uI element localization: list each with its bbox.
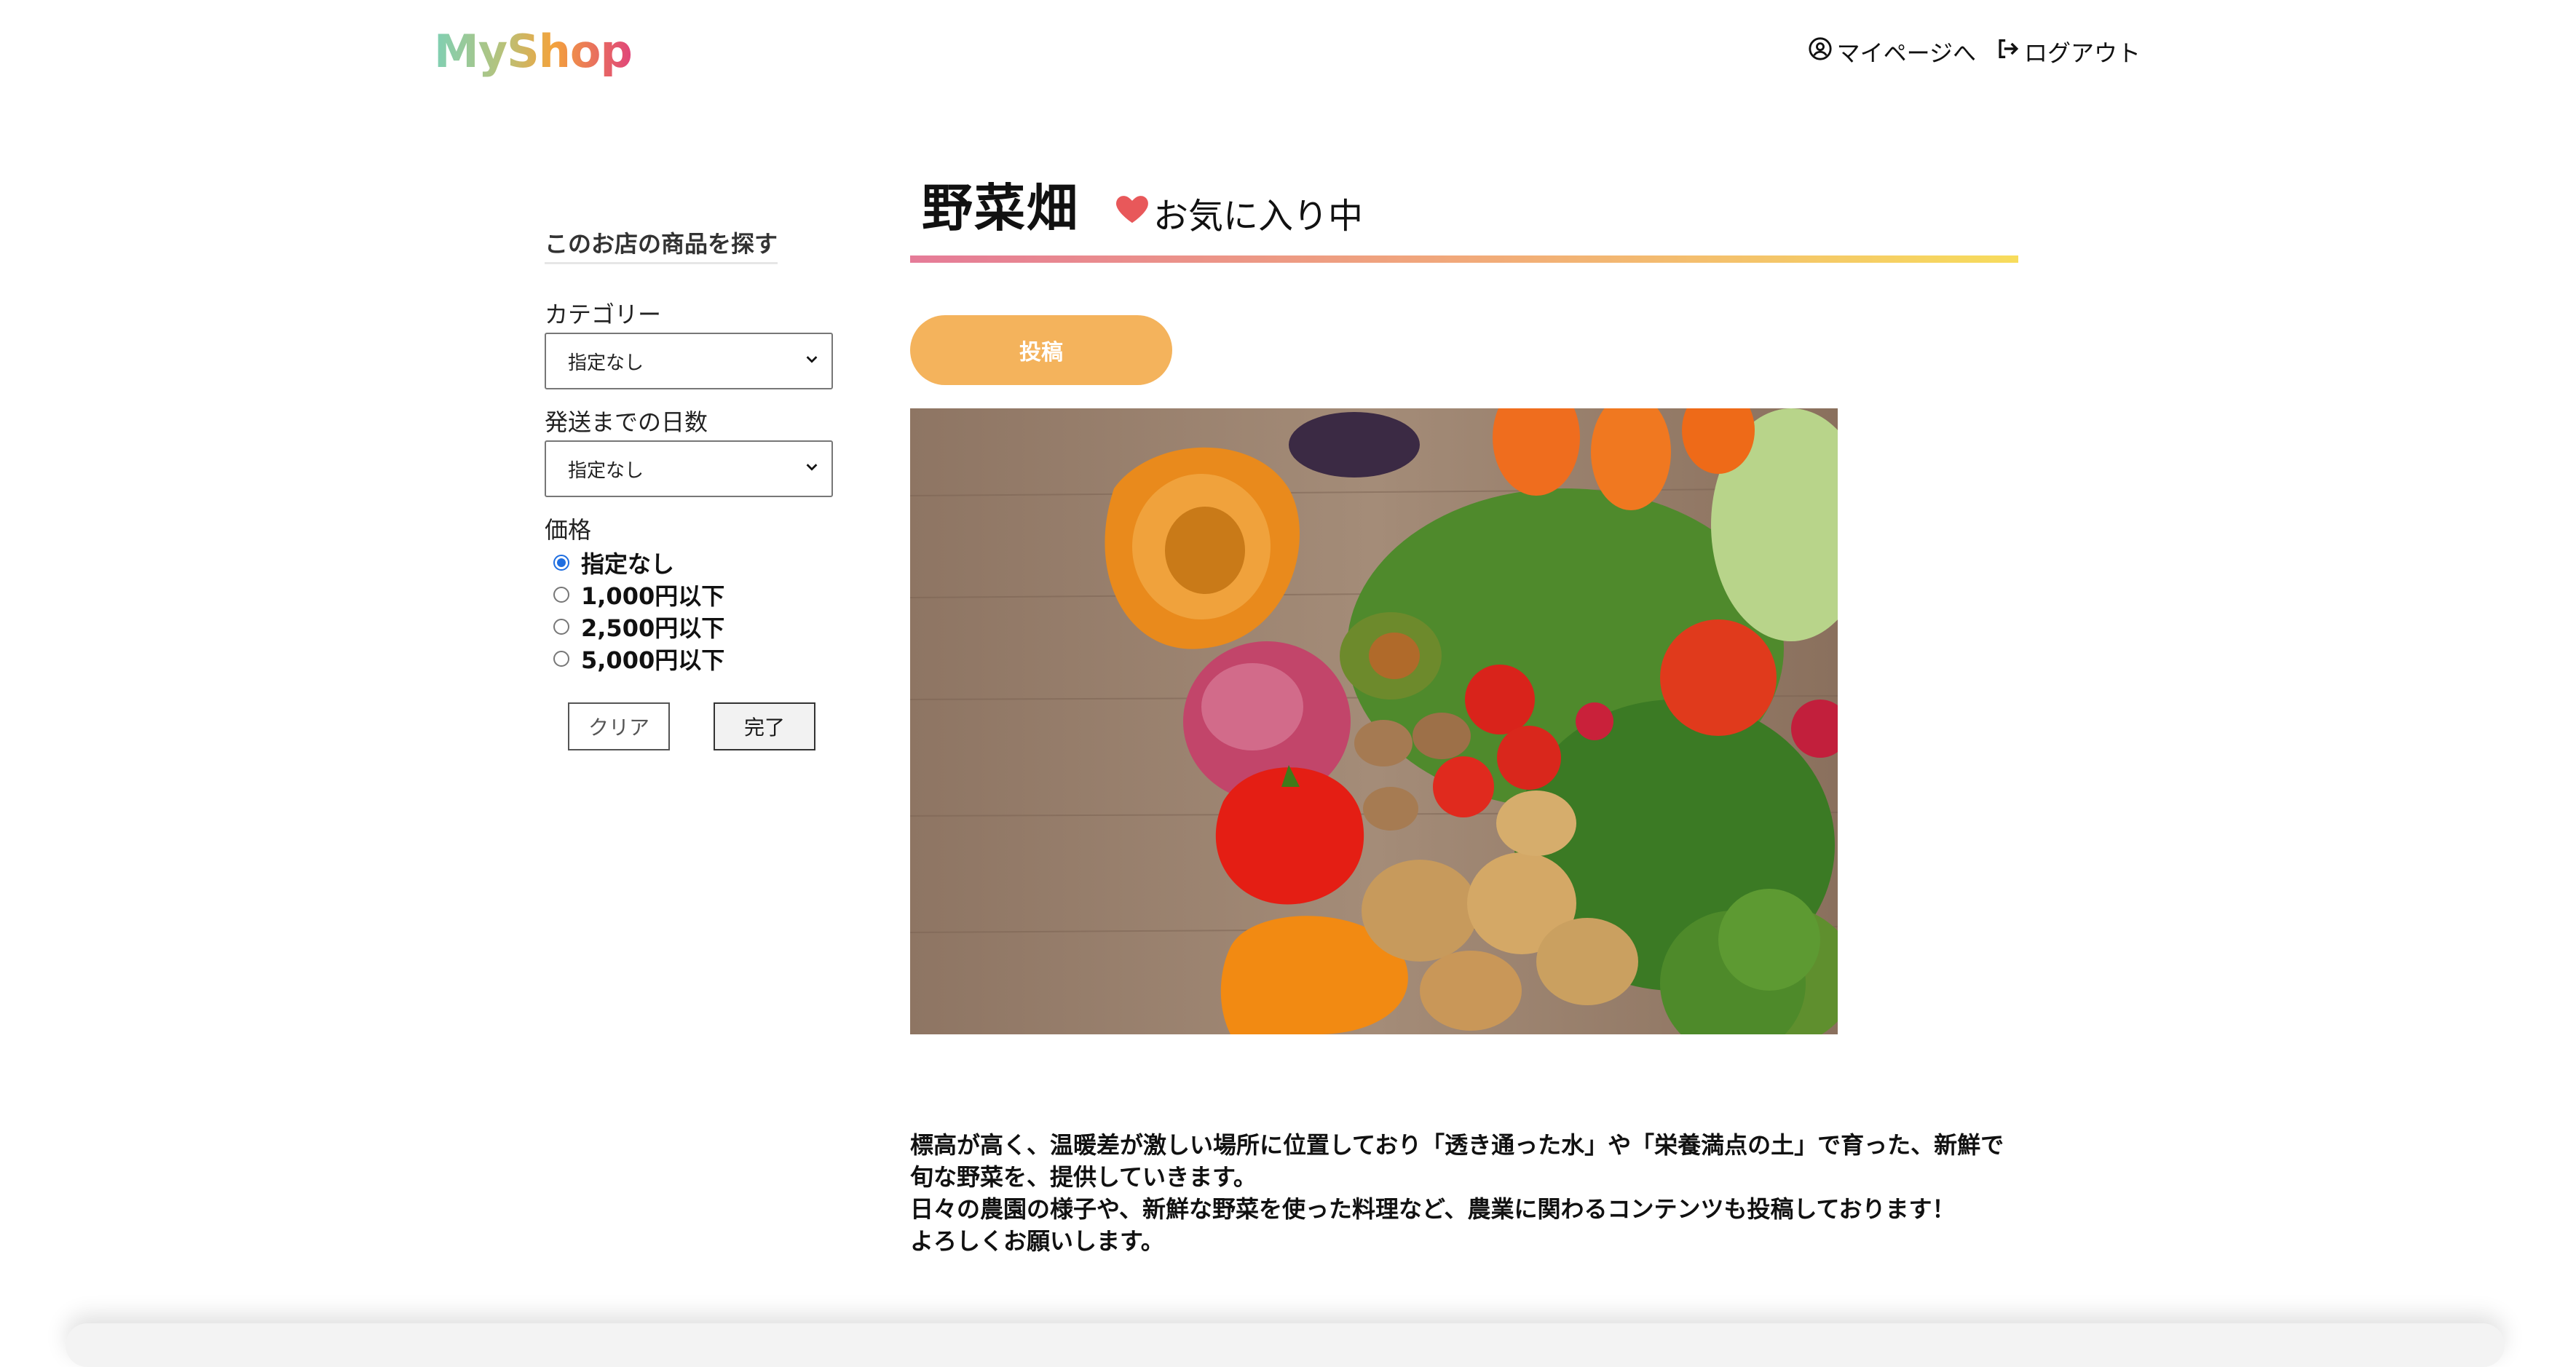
description-line: 標高が高く、温暖差が激しい場所に位置しており「透き通った水」や「栄養満点の土」で…	[910, 1131, 2004, 1159]
price-option-label: 2,500円以下	[581, 614, 725, 642]
logout-icon	[1995, 36, 2020, 67]
description-line: 旬な野菜を、提供していきます。	[910, 1163, 1257, 1191]
search-sidebar: このお店の商品を探す カテゴリー 指定なし 発送までの日数 指定なし 価格 指定…	[545, 226, 836, 750]
price-option-label: 指定なし	[581, 550, 675, 578]
footer-edge	[66, 1323, 2505, 1367]
category-select[interactable]: 指定なし	[545, 333, 833, 389]
price-radio[interactable]	[553, 619, 569, 635]
price-radio[interactable]	[553, 555, 569, 571]
price-option[interactable]: 1,000円以下	[545, 579, 836, 611]
mypage-label: マイページへ	[1836, 39, 1976, 67]
clear-button[interactable]: クリア	[568, 702, 670, 750]
vegetables-photo	[910, 408, 1838, 1034]
shop-main: 野菜畑 お気に入り中 投稿 標高が高く、温暖差が激しい場所に位置しており「透き通…	[910, 167, 2018, 1257]
done-button[interactable]: 完了	[714, 702, 815, 750]
user-circle-icon	[1808, 36, 1833, 67]
shipping-days-label: 発送までの日数	[545, 408, 708, 436]
price-option[interactable]: 2,500円以下	[545, 611, 836, 643]
shop-name: 野菜畑	[922, 178, 1079, 238]
header-nav: マイページへ ログアウト	[1808, 35, 2141, 68]
shipping-days-select-value: 指定なし	[568, 459, 644, 482]
price-option[interactable]: 指定なし	[545, 547, 836, 579]
price-label: 価格	[545, 516, 592, 544]
chevron-down-icon	[804, 350, 820, 372]
logout-label: ログアウト	[2023, 39, 2141, 67]
price-radio[interactable]	[553, 587, 569, 603]
shop-title-row: 野菜畑 お気に入り中	[922, 167, 2017, 241]
site-header: MyShop マイページへ ログアウト	[0, 0, 2576, 116]
mypage-link[interactable]: マイページへ	[1808, 35, 1976, 68]
price-option[interactable]: 5,000円以下	[545, 643, 836, 675]
title-divider	[910, 255, 2018, 263]
description-line: よろしくお願いします。	[910, 1227, 1164, 1255]
favorite-label: お気に入り中	[1153, 196, 1364, 237]
price-option-label: 5,000円以下	[581, 646, 725, 674]
chevron-down-icon	[804, 458, 820, 480]
heart-icon	[1113, 189, 1153, 237]
post-button[interactable]: 投稿	[910, 315, 1172, 385]
shop-photo	[910, 408, 1838, 1034]
myshop-logo[interactable]: MyShop	[434, 25, 633, 78]
logout-link[interactable]: ログアウト	[1995, 35, 2141, 68]
description-line: 日々の農園の様子や、新鮮な野菜を使った料理など、農業に関わるコンテンツも投稿して…	[910, 1195, 1956, 1223]
shop-description: 標高が高く、温暖差が激しい場所に位置しており「透き通った水」や「栄養満点の土」で…	[910, 1129, 2017, 1257]
sidebar-title: このお店の商品を探す	[545, 226, 778, 264]
price-radio[interactable]	[553, 651, 569, 667]
filter-buttons: クリア 完了	[568, 702, 836, 750]
favorite-toggle[interactable]: お気に入り中	[1113, 187, 1363, 238]
price-option-label: 1,000円以下	[581, 582, 725, 610]
shipping-days-select[interactable]: 指定なし	[545, 440, 833, 497]
category-label: カテゴリー	[545, 301, 662, 328]
category-select-value: 指定なし	[568, 352, 644, 374]
